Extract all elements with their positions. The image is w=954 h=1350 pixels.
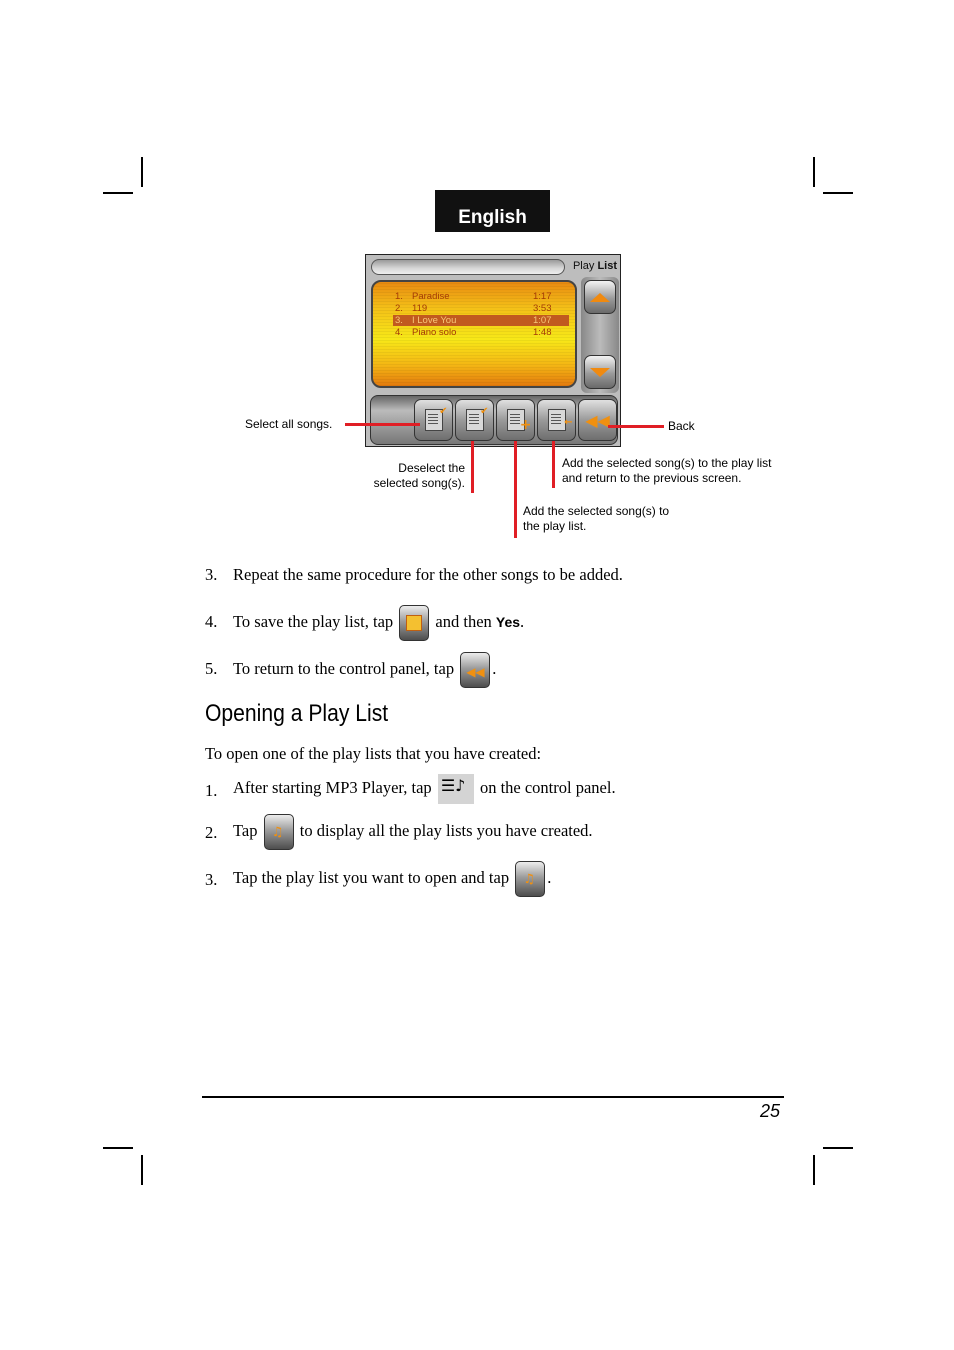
select-all-icon: ✔ [424, 407, 448, 431]
title-bar [371, 259, 565, 275]
scroll-down-button[interactable] [584, 355, 616, 389]
crop-mark [823, 192, 853, 194]
add-to-playlist-icon: + [506, 409, 532, 432]
deselect-button[interactable]: ✔ [455, 399, 494, 441]
callout-line [345, 423, 420, 426]
crop-mark [813, 1155, 815, 1185]
back-icon: ◀◀ [460, 652, 491, 688]
crop-mark [103, 1147, 133, 1149]
section-intro: To open one of the play lists that you h… [205, 744, 542, 763]
callout-select-all: Select all songs. [245, 417, 333, 431]
section-heading: Opening a Play List [205, 700, 389, 727]
crop-mark [823, 1147, 853, 1149]
song-row[interactable]: 1. Paradise 1:17 [393, 291, 569, 302]
callout-back: Back [668, 419, 695, 433]
crop-mark [141, 1155, 143, 1185]
callout-deselect: Deselect the selected song(s). [373, 461, 465, 490]
callout-line [471, 441, 474, 493]
language-tab: English [435, 190, 550, 232]
add-to-playlist-button[interactable]: + [496, 399, 535, 441]
add-and-return-button[interactable]: ← [537, 399, 576, 441]
add-and-return-icon: ← [547, 409, 573, 431]
callout-line [552, 441, 555, 488]
back-button[interactable]: ◀◀ [578, 399, 617, 441]
song-row-selected[interactable]: 3. I Love You 1:07 [393, 315, 569, 326]
crop-mark [103, 192, 133, 194]
open-playlist-icon: ♫ [263, 814, 294, 850]
crop-mark [141, 157, 143, 187]
select-all-button[interactable]: ✔ [414, 399, 453, 441]
page-number: 25 [760, 1101, 781, 1121]
footer-rule [202, 1096, 784, 1098]
scroll-up-button[interactable] [584, 280, 616, 314]
save-icon [399, 605, 430, 641]
back-icon: ◀◀ [585, 410, 610, 430]
scroll-column [581, 277, 619, 393]
song-row[interactable]: 4. Piano solo 1:48 [393, 327, 569, 338]
crop-mark [813, 157, 815, 187]
playlist-screenshot: Play List 1. Paradise 1:17 2. 119 3:53 3… [365, 254, 621, 447]
callout-add: Add the selected song(s) to the play lis… [523, 504, 670, 533]
scroll-up-icon [590, 292, 610, 302]
scroll-down-icon [590, 367, 610, 377]
callout-line [514, 441, 517, 538]
open-playlist-icon: ♫ [515, 861, 546, 897]
deselect-icon: ✔ [465, 407, 489, 431]
callout-line [608, 425, 664, 428]
playlist-icon: ☰♪ [437, 774, 474, 804]
song-list: 1. Paradise 1:17 2. 119 3:53 3. I Love Y… [371, 280, 577, 388]
screen-title: Play List [572, 260, 617, 272]
song-row[interactable]: 2. 119 3:53 [393, 303, 569, 314]
toolbar: ✔ ✔ + ← ◀◀ [370, 395, 618, 445]
callout-add-return: Add the selected song(s) to the play lis… [562, 456, 772, 485]
